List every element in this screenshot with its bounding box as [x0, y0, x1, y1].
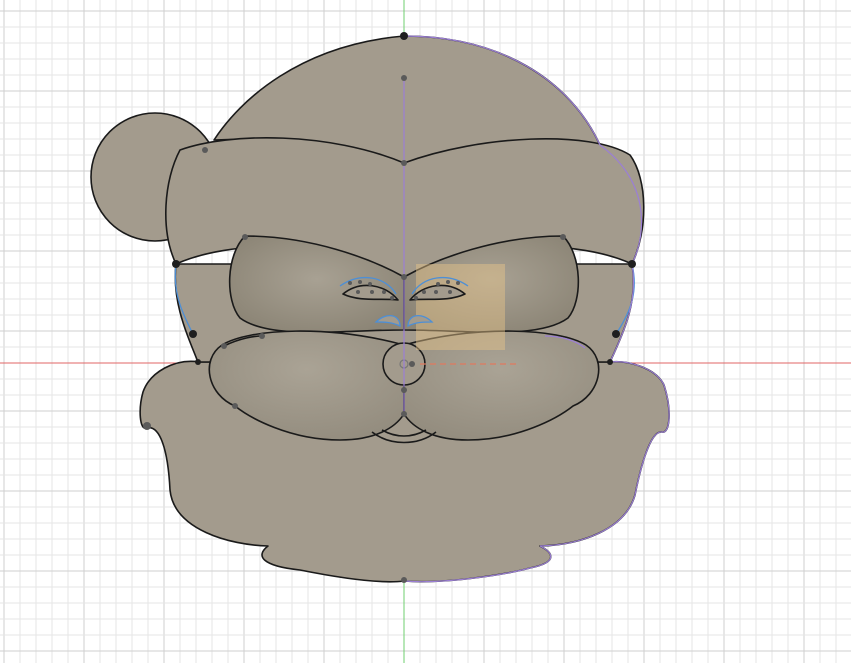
sketch-point[interactable]	[401, 160, 407, 166]
sketch-point[interactable]	[356, 290, 360, 294]
sketch-point[interactable]	[368, 282, 372, 286]
sketch-point[interactable]	[456, 281, 460, 285]
sketch-point[interactable]	[242, 234, 248, 240]
sketch-point[interactable]	[446, 280, 450, 284]
sketch-point[interactable]	[259, 333, 265, 339]
sketch-canvas[interactable]	[0, 0, 851, 663]
sketch-point[interactable]	[414, 296, 418, 300]
selection-highlight	[416, 264, 505, 350]
sketch-point[interactable]	[221, 343, 227, 349]
sketch-point[interactable]	[401, 411, 407, 417]
sketch-point[interactable]	[195, 359, 201, 365]
sketch-point[interactable]	[560, 234, 566, 240]
sketch-point[interactable]	[448, 290, 452, 294]
sketch-point[interactable]	[607, 359, 613, 365]
sketch-point[interactable]	[189, 330, 197, 338]
sketch-point[interactable]	[232, 403, 238, 409]
sketch-point[interactable]	[370, 290, 374, 294]
sketch-point[interactable]	[358, 280, 362, 284]
sketch-point[interactable]	[400, 32, 408, 40]
sketch-point[interactable]	[612, 330, 620, 338]
sketch-point[interactable]	[401, 387, 407, 393]
sketch-point[interactable]	[401, 274, 407, 280]
sketch-point[interactable]	[401, 75, 407, 81]
sketch-point[interactable]	[401, 577, 407, 583]
sketch-point[interactable]	[409, 361, 415, 367]
santa-sketch[interactable]	[91, 36, 669, 582]
sketch-point[interactable]	[382, 290, 386, 294]
sketch-point[interactable]	[422, 290, 426, 294]
sketch-point[interactable]	[143, 422, 151, 430]
sketch-point[interactable]	[202, 147, 208, 153]
sketch-point[interactable]	[628, 260, 636, 268]
sketch-point[interactable]	[436, 282, 440, 286]
sketch-point[interactable]	[434, 290, 438, 294]
sketch-point[interactable]	[390, 296, 394, 300]
sketch-point[interactable]	[348, 281, 352, 285]
sketch-point[interactable]	[172, 260, 180, 268]
